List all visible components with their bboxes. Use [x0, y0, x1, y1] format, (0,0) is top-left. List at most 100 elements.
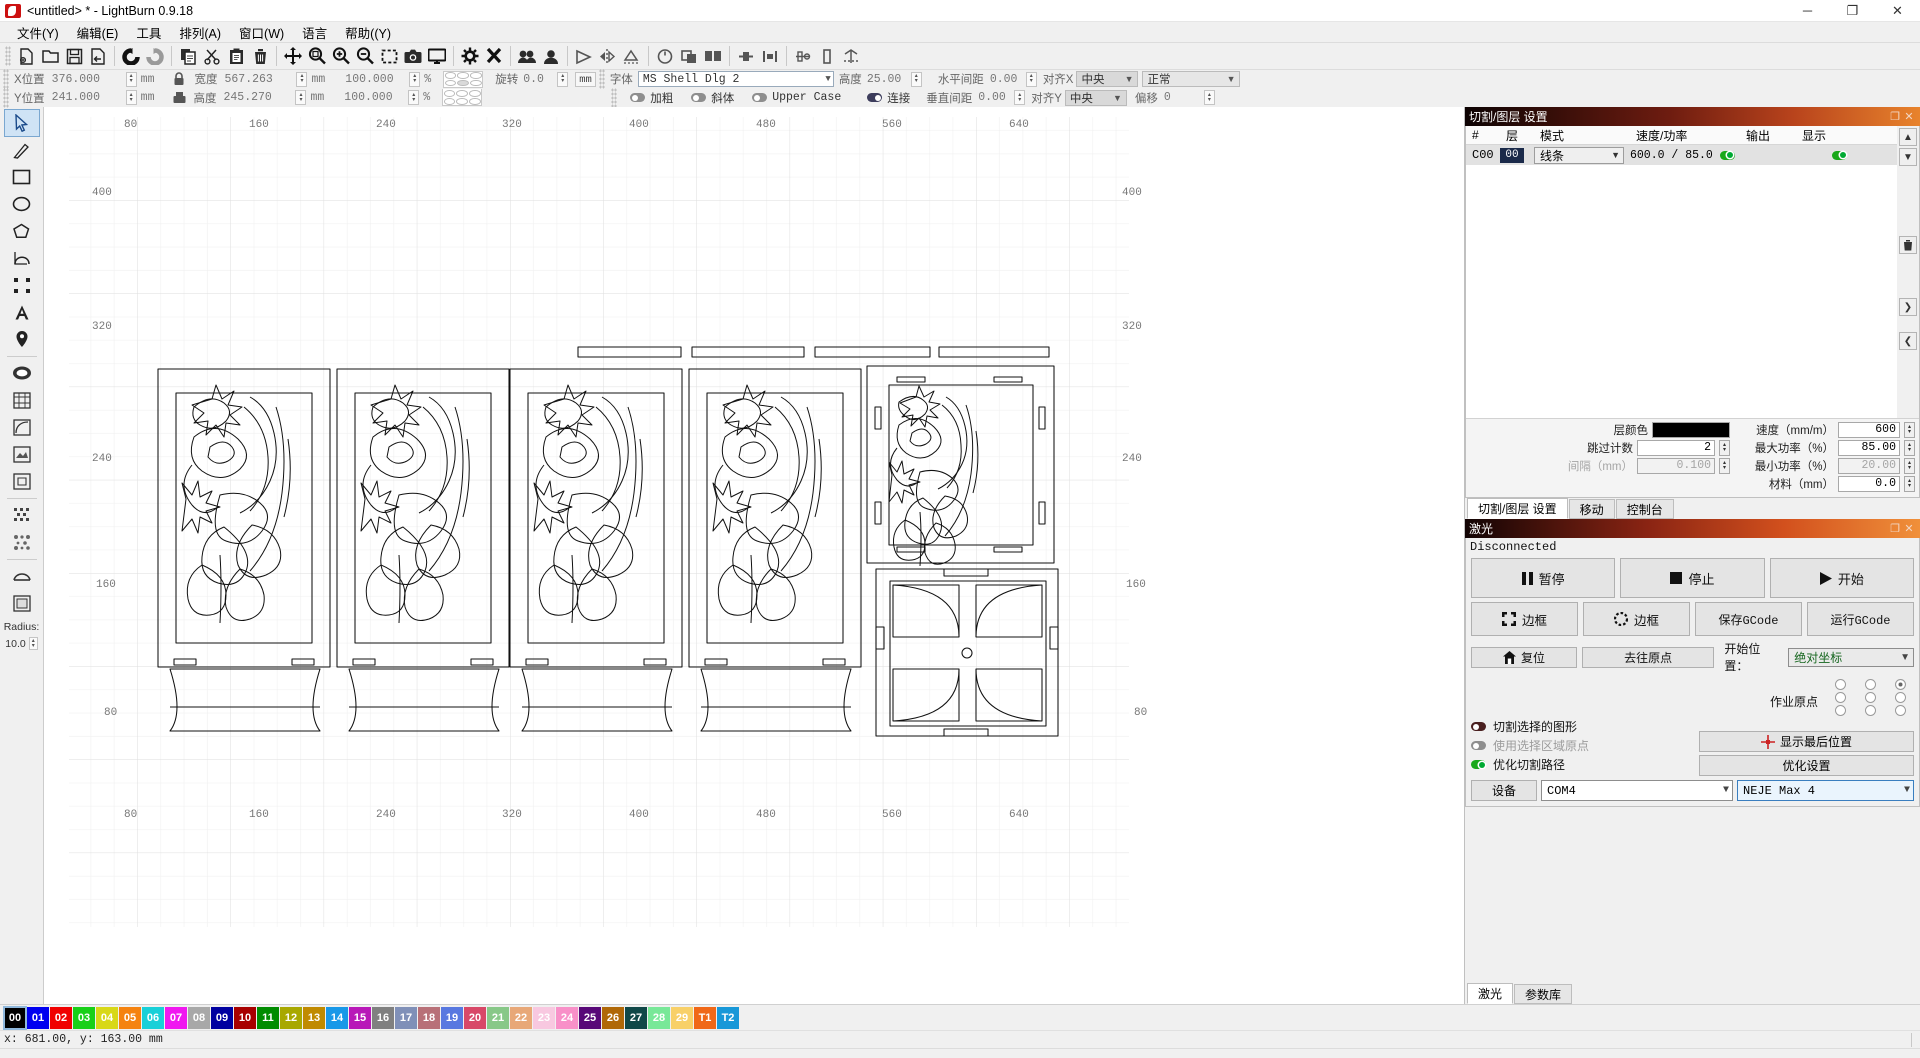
align-icon[interactable] — [791, 44, 815, 68]
material-spinner[interactable]: ▴ ▾ — [1904, 476, 1915, 492]
connect-toggle[interactable] — [867, 93, 883, 102]
layer-table-body[interactable] — [1466, 165, 1897, 418]
optimize-settings-button[interactable]: 优化设置 — [1699, 755, 1914, 776]
palette-swatch-T2[interactable]: T2 — [717, 1006, 739, 1029]
y-position-value[interactable]: 241.000 — [52, 91, 112, 104]
palette-swatch-17[interactable]: 17 — [395, 1006, 417, 1029]
menu-arrange[interactable]: 排列(A) — [170, 21, 230, 44]
mirror-vertical-icon[interactable] — [620, 44, 644, 68]
start-button[interactable]: 开始 — [1769, 558, 1914, 598]
palette-swatch-02[interactable]: 02 — [50, 1006, 72, 1029]
move-icon[interactable] — [281, 44, 305, 68]
row-output-toggle[interactable] — [1719, 150, 1735, 160]
rotate-value[interactable]: 0.0 — [523, 73, 551, 86]
menu-help[interactable]: 帮助((Y) — [336, 21, 400, 44]
use-selection-origin-row[interactable]: 使用选择区域原点 — [1471, 736, 1689, 755]
layer-color-swatch[interactable] — [1652, 422, 1730, 438]
menu-edit[interactable]: 编辑(E) — [68, 21, 128, 44]
circular-array-tool[interactable] — [5, 414, 39, 440]
palette-swatch-08[interactable]: 08 — [188, 1006, 210, 1029]
save-icon[interactable] — [62, 44, 86, 68]
max-power-spinner[interactable]: ▴ ▾ — [1904, 440, 1915, 456]
palette-swatch-23[interactable]: 23 — [533, 1006, 555, 1029]
mirror-horizontal-icon[interactable] — [596, 44, 620, 68]
maximize-button[interactable]: ❐ — [1830, 0, 1875, 22]
job-origin-grid[interactable] — [1826, 679, 1914, 716]
select-arrow-tool[interactable] — [3, 109, 40, 137]
cut-panel-float-icon[interactable]: ❐ — [1888, 110, 1902, 123]
italic-toggle[interactable] — [691, 93, 707, 102]
row-layer-swatch-wrap[interactable]: 00 — [1500, 147, 1534, 163]
laser-panel-close-icon[interactable]: ✕ — [1902, 522, 1916, 535]
stop-button[interactable]: 停止 — [1620, 558, 1765, 598]
open-folder-icon[interactable] — [38, 44, 62, 68]
camera-icon[interactable] — [401, 44, 425, 68]
device-settings-icon[interactable] — [482, 44, 506, 68]
radius-spinner[interactable]: ▴ ▾ — [28, 637, 38, 650]
tab-cut-layer-settings[interactable]: 切割/图层 设置 — [1467, 498, 1568, 519]
delete-trash-icon[interactable] — [248, 44, 272, 68]
palette-swatch-24[interactable]: 24 — [556, 1006, 578, 1029]
zoom-out-icon[interactable] — [353, 44, 377, 68]
design-canvas[interactable]: 80 160 240 320 400 480 560 640 80 160 240 320 40… — [44, 107, 1464, 1004]
rectangle-tool[interactable] — [5, 164, 39, 190]
menu-window[interactable]: 窗口(W) — [230, 21, 293, 44]
text-height-spinner[interactable]: ▴ ▾ — [910, 71, 922, 87]
palette-swatch-25[interactable]: 25 — [579, 1006, 601, 1029]
height-percent-spinner[interactable]: ▴ ▾ — [408, 90, 420, 105]
use-selection-origin-toggle[interactable] — [1471, 741, 1486, 750]
propbar-grip-4[interactable] — [611, 87, 618, 108]
palette-swatch-14[interactable]: 14 — [326, 1006, 348, 1029]
propbar-grip-2[interactable] — [598, 69, 605, 89]
tab-library[interactable]: 参数库 — [1514, 984, 1573, 1004]
image-trace-tool[interactable] — [5, 441, 39, 467]
height-value[interactable]: 245.270 — [223, 91, 283, 104]
grid-array-tool[interactable] — [5, 387, 39, 413]
export-icon[interactable] — [86, 44, 110, 68]
table-row[interactable]: C00 00 线条 ▼ 600.0 / 85.0 — [1466, 145, 1897, 165]
home-button[interactable]: 复位 — [1471, 646, 1577, 668]
align-x-combo[interactable]: 中央 ▼ — [1076, 71, 1139, 87]
palette-swatch-04[interactable]: 04 — [96, 1006, 118, 1029]
row-mode-combo[interactable]: 线条 ▼ — [1534, 146, 1624, 164]
propbar-grip-3[interactable] — [3, 87, 9, 108]
delete-layer-button[interactable] — [1899, 236, 1917, 254]
device-button[interactable]: 设备 — [1471, 780, 1537, 801]
optimize-path-toggle[interactable] — [1471, 760, 1486, 769]
goto-origin-button[interactable]: 去往原点 — [1581, 646, 1715, 668]
bezier-curve-tool[interactable] — [5, 245, 39, 271]
offset-value[interactable]: 0 — [1164, 91, 1204, 104]
palette-swatch-10[interactable]: 10 — [234, 1006, 256, 1029]
hspace-value[interactable]: 0.00 — [990, 73, 1020, 86]
move-layer-left-button[interactable]: ❮ — [1899, 332, 1917, 350]
dither-tool[interactable] — [5, 502, 39, 528]
paste-icon[interactable] — [224, 44, 248, 68]
material-field[interactable]: 0.0 — [1838, 476, 1900, 492]
zoom-fit-icon[interactable] — [305, 44, 329, 68]
dot-array-tool[interactable] — [5, 529, 39, 555]
picture-frame-tool[interactable] — [5, 590, 39, 616]
palette-swatch-03[interactable]: 03 — [73, 1006, 95, 1029]
palette-swatch-13[interactable]: 13 — [303, 1006, 325, 1029]
new-file-icon[interactable] — [14, 44, 38, 68]
frame-rubber-button[interactable]: 边框 — [1583, 602, 1690, 636]
text-style-combo[interactable]: 正常 ▼ — [1142, 71, 1241, 87]
vspace-value[interactable]: 0.00 — [978, 91, 1008, 104]
ungroup-icon[interactable] — [539, 44, 563, 68]
passes-field[interactable]: 2 — [1637, 440, 1715, 456]
text-height-value[interactable]: 25.00 — [867, 73, 907, 86]
start-from-combo[interactable]: 绝对坐标 ▼ — [1788, 647, 1914, 667]
font-family-combo[interactable]: MS Shell Dlg 2 ▼ — [637, 71, 834, 87]
unit-toggle-button[interactable]: mm — [575, 71, 596, 87]
hspace-spinner[interactable]: ▴ ▾ — [1025, 71, 1037, 87]
row-show-toggle[interactable] — [1832, 150, 1847, 160]
run-gcode-button[interactable]: 运行GCode — [1807, 602, 1914, 636]
flip-horizontal-icon[interactable] — [572, 44, 596, 68]
align-y-combo[interactable]: 中央 ▼ — [1064, 89, 1127, 106]
palette-swatch-00[interactable]: 00 — [3, 1005, 27, 1030]
x-position-value[interactable]: 376.000 — [52, 73, 112, 86]
offset-icon[interactable] — [758, 44, 782, 68]
close-button[interactable]: ✕ — [1875, 0, 1920, 22]
boolean-union-icon[interactable] — [677, 44, 701, 68]
scroll-down-button[interactable]: ▼ — [1899, 148, 1917, 166]
